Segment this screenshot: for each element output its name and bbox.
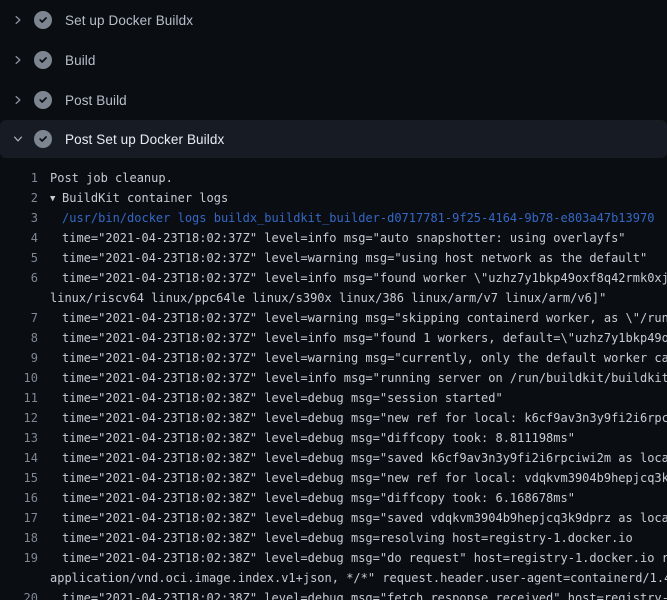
check-circle-icon xyxy=(34,11,52,29)
line-number[interactable]: 18 xyxy=(0,528,38,548)
chevron-right-icon xyxy=(12,94,24,106)
line-number[interactable] xyxy=(0,288,38,308)
log-line: 4 time="2021-04-23T18:02:37Z" level=info… xyxy=(0,228,667,248)
log-text: time="2021-04-23T18:02:37Z" level=info m… xyxy=(62,228,626,248)
log-line: 12 time="2021-04-23T18:02:38Z" level=deb… xyxy=(0,408,667,428)
log-line: 20 time="2021-04-23T18:02:38Z" level=deb… xyxy=(0,588,667,600)
log-line: 5 time="2021-04-23T18:02:37Z" level=warn… xyxy=(0,248,667,268)
line-number[interactable]: 15 xyxy=(0,468,38,488)
log-line: 15 time="2021-04-23T18:02:38Z" level=deb… xyxy=(0,468,667,488)
line-number[interactable] xyxy=(0,568,38,588)
log-wrap-line: application/vnd.oci.image.index.v1+json,… xyxy=(0,568,667,588)
line-number[interactable]: 16 xyxy=(0,488,38,508)
line-number[interactable]: 13 xyxy=(0,428,38,448)
log-text: time="2021-04-23T18:02:38Z" level=debug … xyxy=(62,488,575,508)
steps-list: Set up Docker Buildx Build Post Build xyxy=(0,0,667,158)
log-line: 17 time="2021-04-23T18:02:38Z" level=deb… xyxy=(0,508,667,528)
log-text: application/vnd.oci.image.index.v1+json,… xyxy=(50,568,667,588)
check-circle-icon xyxy=(34,91,52,109)
log-line: 14 time="2021-04-23T18:02:38Z" level=deb… xyxy=(0,448,667,468)
step-label: Set up Docker Buildx xyxy=(65,13,193,28)
log-text: time="2021-04-23T18:02:38Z" level=debug … xyxy=(62,408,667,428)
log-text: Post job cleanup. xyxy=(50,168,173,188)
chevron-right-icon xyxy=(12,54,24,66)
log-text: ▼BuildKit container logs xyxy=(50,188,228,208)
log-line: 6 time="2021-04-23T18:02:37Z" level=info… xyxy=(0,268,667,288)
log-text: time="2021-04-23T18:02:38Z" level=debug … xyxy=(62,428,575,448)
line-number[interactable]: 1 xyxy=(0,168,38,188)
log-line: 9 time="2021-04-23T18:02:37Z" level=warn… xyxy=(0,348,667,368)
line-number[interactable]: 2 xyxy=(0,188,38,208)
line-number[interactable]: 17 xyxy=(0,508,38,528)
log-text: time="2021-04-23T18:02:38Z" level=debug … xyxy=(62,468,667,488)
group-toggle-icon[interactable]: ▼ xyxy=(50,189,62,209)
line-number[interactable]: 6 xyxy=(0,268,38,288)
line-number[interactable]: 4 xyxy=(0,228,38,248)
log-text: time="2021-04-23T18:02:38Z" level=debug … xyxy=(62,548,667,568)
log-area[interactable]: 1 Post job cleanup. 2 ▼BuildKit containe… xyxy=(0,158,667,600)
step-header-build[interactable]: Build xyxy=(0,40,667,80)
step-header-set-up-docker-buildx[interactable]: Set up Docker Buildx xyxy=(0,0,667,40)
log-text: linux/riscv64 linux/ppc64le linux/s390x … xyxy=(50,288,606,308)
line-number[interactable]: 11 xyxy=(0,388,38,408)
log-text: time="2021-04-23T18:02:37Z" level=warnin… xyxy=(62,308,667,328)
check-circle-icon xyxy=(34,51,52,69)
log-line: 16 time="2021-04-23T18:02:38Z" level=deb… xyxy=(0,488,667,508)
log-text: time="2021-04-23T18:02:38Z" level=debug … xyxy=(62,588,667,600)
log-text: time="2021-04-23T18:02:38Z" level=debug … xyxy=(62,528,633,548)
actions-log-viewer: Set up Docker Buildx Build Post Build xyxy=(0,0,667,600)
log-line: 7 time="2021-04-23T18:02:37Z" level=warn… xyxy=(0,308,667,328)
line-number[interactable]: 20 xyxy=(0,588,38,600)
step-header-post-set-up-docker-buildx[interactable]: Post Set up Docker Buildx xyxy=(0,120,667,158)
line-number[interactable]: 14 xyxy=(0,448,38,468)
chevron-right-icon xyxy=(12,14,24,26)
check-circle-icon xyxy=(34,130,52,148)
log-text: time="2021-04-23T18:02:37Z" level=info m… xyxy=(62,328,667,348)
log-text: time="2021-04-23T18:02:37Z" level=warnin… xyxy=(62,348,667,368)
step-label: Post Build xyxy=(65,93,127,108)
log-line: 13 time="2021-04-23T18:02:38Z" level=deb… xyxy=(0,428,667,448)
line-number[interactable]: 3 xyxy=(0,208,38,228)
log-group-line: 2 ▼BuildKit container logs xyxy=(0,188,667,208)
log-line: 1 Post job cleanup. xyxy=(0,168,667,188)
line-number[interactable]: 19 xyxy=(0,548,38,568)
log-wrap-line: linux/riscv64 linux/ppc64le linux/s390x … xyxy=(0,288,667,308)
log-text: time="2021-04-23T18:02:37Z" level=info m… xyxy=(62,268,667,288)
log-line: 8 time="2021-04-23T18:02:37Z" level=info… xyxy=(0,328,667,348)
log-text: time="2021-04-23T18:02:38Z" level=debug … xyxy=(62,448,667,468)
log-line: 19 time="2021-04-23T18:02:38Z" level=deb… xyxy=(0,548,667,568)
log-line: 10 time="2021-04-23T18:02:37Z" level=inf… xyxy=(0,368,667,388)
chevron-down-icon xyxy=(12,133,24,145)
log-text: time="2021-04-23T18:02:37Z" level=warnin… xyxy=(62,248,647,268)
line-number[interactable]: 10 xyxy=(0,368,38,388)
line-number[interactable]: 7 xyxy=(0,308,38,328)
log-command-line: 3 /usr/bin/docker logs buildx_buildkit_b… xyxy=(0,208,667,228)
log-line: 18 time="2021-04-23T18:02:38Z" level=deb… xyxy=(0,528,667,548)
line-number[interactable]: 8 xyxy=(0,328,38,348)
line-number[interactable]: 5 xyxy=(0,248,38,268)
log-text: time="2021-04-23T18:02:38Z" level=debug … xyxy=(62,388,503,408)
log-text: time="2021-04-23T18:02:38Z" level=debug … xyxy=(62,508,667,528)
step-label: Post Set up Docker Buildx xyxy=(65,132,224,147)
log-text: time="2021-04-23T18:02:37Z" level=info m… xyxy=(62,368,667,388)
line-number[interactable]: 12 xyxy=(0,408,38,428)
log-line: 11 time="2021-04-23T18:02:38Z" level=deb… xyxy=(0,388,667,408)
group-title: BuildKit container logs xyxy=(62,191,228,205)
step-header-post-build[interactable]: Post Build xyxy=(0,80,667,120)
log-text: /usr/bin/docker logs buildx_buildkit_bui… xyxy=(62,208,654,228)
line-number[interactable]: 9 xyxy=(0,348,38,368)
step-label: Build xyxy=(65,53,96,68)
